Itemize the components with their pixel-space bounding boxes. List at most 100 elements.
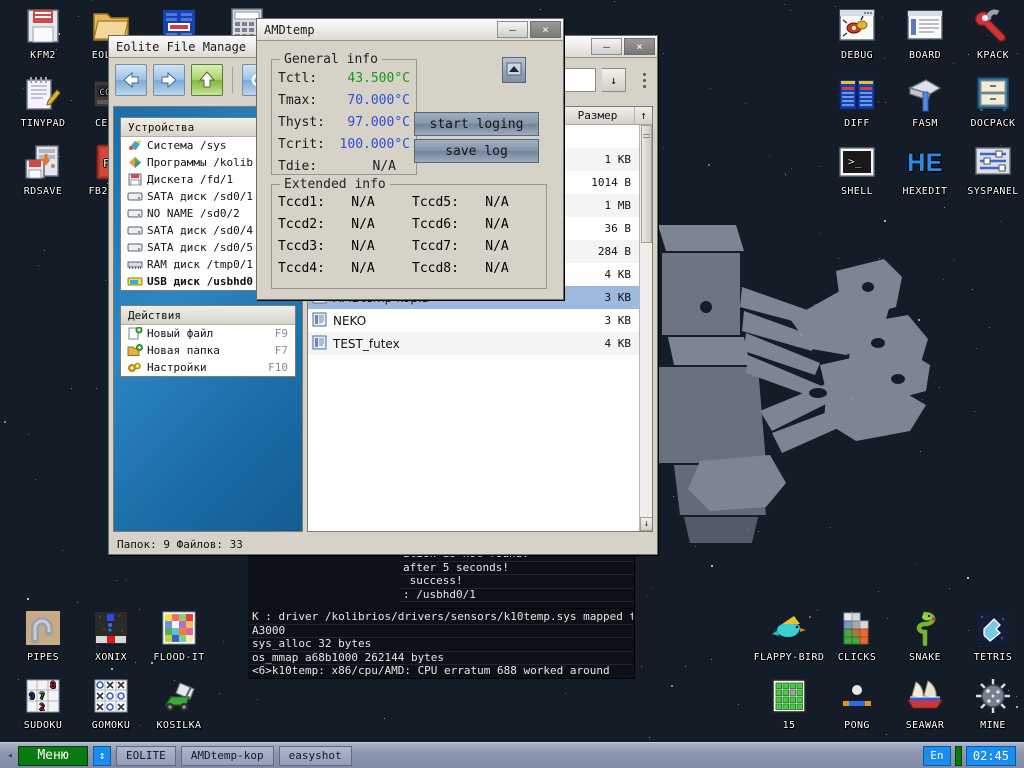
desktop-icon-rdsave[interactable]: RDSAVE bbox=[6, 142, 80, 197]
amdtemp-window[interactable]: AMDtemp – × General info Tctl: 43.500°C bbox=[256, 18, 564, 300]
usb-icon bbox=[127, 275, 143, 288]
scrollbar-grip bbox=[643, 134, 650, 138]
mine-icon bbox=[973, 676, 1013, 716]
desktop-icon-sudoku[interactable]: 8 9 7 2 SUDOKU bbox=[6, 676, 80, 731]
bug-window-icon bbox=[837, 6, 877, 46]
desktop-icon-snake[interactable]: SNAKE bbox=[888, 608, 962, 663]
save-log-button[interactable]: save log bbox=[414, 139, 539, 163]
file-name: NEKO bbox=[333, 313, 367, 328]
desktop-icon-syspanel[interactable]: SYSPANEL bbox=[956, 142, 1024, 197]
ship-icon bbox=[905, 676, 945, 716]
desktop-icon-pong[interactable]: PONG bbox=[820, 676, 894, 731]
desktop-icon-flood-it[interactable]: FLOOD-IT bbox=[142, 608, 216, 663]
desktop-icon-xonix[interactable]: XONIX bbox=[74, 608, 148, 663]
column-sort-indicator[interactable]: ↑ bbox=[635, 107, 652, 124]
desktop-icon-tinypad[interactable]: TINYPAD bbox=[6, 74, 80, 129]
action-label: Новая папка bbox=[147, 344, 220, 357]
notepad-icon bbox=[23, 74, 63, 114]
column-header-size[interactable]: Размер bbox=[561, 107, 635, 124]
desktop-icon-fasm[interactable]: FASM bbox=[888, 74, 962, 129]
temp-row-thyst: Thyst: 97.000°C bbox=[278, 111, 410, 133]
up-directory-button[interactable] bbox=[191, 64, 223, 96]
arrow-right-icon bbox=[159, 71, 179, 89]
extended-right-column: Tccd5: N/A Tccd6: N/A Tccd7: N/A Tccd8: … bbox=[412, 191, 532, 279]
floppy-icon bbox=[127, 173, 143, 186]
start-menu-button[interactable]: Меню bbox=[18, 745, 88, 766]
desktop-icon-clicks[interactable]: CLICKS bbox=[820, 608, 894, 663]
scroll-down-button[interactable]: ↓ bbox=[640, 517, 652, 531]
desktop-icon-hexedit[interactable]: HE HEXEDIT bbox=[888, 142, 962, 197]
temp-value: 70.000°C bbox=[347, 92, 410, 108]
gomoku-icon bbox=[91, 676, 131, 716]
desktop-icon-kfm2[interactable]: KFM2 bbox=[6, 6, 80, 61]
scrollbar-thumb[interactable] bbox=[641, 125, 652, 243]
desktop-icon-label: FLAPPY-BIRD bbox=[753, 652, 825, 663]
device-label: SATA диск /sd0/5 bbox=[147, 241, 253, 254]
start-logging-button[interactable]: start loging bbox=[414, 112, 539, 136]
minimize-all-button[interactable]: ↕ bbox=[93, 745, 111, 766]
forward-button[interactable] bbox=[153, 64, 185, 96]
toolbar-separator bbox=[232, 67, 233, 93]
actions-group: Действия Новый файл F9 Новая папка F7 На… bbox=[120, 305, 296, 377]
taskbar-task-eolite[interactable]: EOLITE bbox=[116, 745, 176, 766]
taskbar-collapse-arrow[interactable]: ◂ bbox=[4, 747, 16, 765]
kebab-menu-icon[interactable] bbox=[637, 72, 651, 88]
up-triangle-icon bbox=[506, 61, 522, 80]
desktop-icon-mine[interactable]: MINE bbox=[956, 676, 1024, 731]
clock[interactable]: 02:45 bbox=[965, 745, 1016, 766]
eolite-close-button[interactable]: × bbox=[624, 38, 655, 55]
desktop-icon-shell[interactable]: >_ SHELL bbox=[820, 142, 894, 197]
action-new-file[interactable]: Новый файл F9 bbox=[121, 325, 295, 342]
console-upper-line: : /usbhd0/1 bbox=[400, 588, 634, 602]
xonix-icon bbox=[91, 608, 131, 648]
ext-row-tccd2: Tccd2: N/A bbox=[278, 213, 398, 235]
console-window-upper[interactable]: ition is not found! after 5 seconds! suc… bbox=[400, 548, 634, 608]
action-shortcut: F9 bbox=[274, 327, 288, 340]
actions-group-header: Действия bbox=[121, 306, 295, 325]
amdtemp-minimize-button[interactable]: – bbox=[497, 21, 528, 38]
ext-row-tccd6: Tccd6: N/A bbox=[412, 213, 532, 235]
table-row[interactable]: TEST_futex 4 KB bbox=[308, 332, 639, 355]
amdtemp-titlebar[interactable]: AMDtemp – × bbox=[257, 19, 563, 41]
desktop-icon-diff[interactable]: DIFF bbox=[820, 74, 894, 129]
taskbar-tray: En 02:45 bbox=[922, 745, 1020, 766]
action-settings[interactable]: Настройки F10 bbox=[121, 359, 295, 376]
file-list-scrollbar[interactable]: ↓ bbox=[639, 125, 652, 531]
ext-label: Tccd3: bbox=[278, 238, 325, 254]
desktop-icon-pipes[interactable]: PIPES bbox=[6, 608, 80, 663]
extended-info-fieldset: Extended info Tccd1: N/A Tccd2: N/A Tccd… bbox=[271, 177, 547, 289]
eolite-minimize-button[interactable]: – bbox=[591, 38, 622, 55]
language-indicator[interactable]: En bbox=[922, 745, 951, 766]
file-size: 284 B bbox=[597, 245, 631, 258]
file-name: TEST_futex bbox=[333, 336, 400, 351]
temp-label: Tdie: bbox=[278, 158, 318, 174]
action-new-folder[interactable]: Новая папка F7 bbox=[121, 342, 295, 359]
hdd-icon bbox=[127, 207, 143, 220]
table-row[interactable]: NEKO 3 KB bbox=[308, 309, 639, 332]
amdtemp-close-button[interactable]: × bbox=[530, 21, 561, 38]
rollup-button[interactable] bbox=[502, 57, 526, 83]
programs-icon bbox=[127, 156, 143, 169]
taskbar-task-easyshot[interactable]: easyshot bbox=[278, 745, 352, 766]
iss-artwork bbox=[650, 225, 930, 543]
taskbar-task-amdtemp[interactable]: AMDtemp-kop bbox=[180, 745, 274, 766]
desktop-icon-debug[interactable]: DEBUG bbox=[820, 6, 894, 61]
desktop-icon-kosilka[interactable]: KOSILKA bbox=[142, 676, 216, 731]
desktop-icon-seawar[interactable]: SEAWAR bbox=[888, 676, 962, 731]
desktop-icon-tetris[interactable]: TETRIS bbox=[956, 608, 1024, 663]
desktop-icon-board[interactable]: BOARD bbox=[888, 6, 962, 61]
desktop-icon-15[interactable]: 15 bbox=[752, 676, 826, 731]
path-dropdown-button[interactable]: ↓ bbox=[602, 68, 626, 92]
desktop-icon-gomoku[interactable]: GOMOKU bbox=[74, 676, 148, 731]
taskbar[interactable]: ◂ Меню ↕ EOLITE AMDtemp-kop easyshot En … bbox=[0, 742, 1024, 768]
desktop-icon-docpack[interactable]: DOCPACK bbox=[956, 74, 1024, 129]
desktop-icon-kpack[interactable]: KPACK bbox=[956, 6, 1024, 61]
ext-value: N/A bbox=[485, 216, 509, 232]
temp-label: Tmax: bbox=[278, 92, 318, 108]
hdd-icon bbox=[127, 241, 143, 254]
desktop-icon-flappy-bird[interactable]: FLAPPY-BIRD bbox=[752, 608, 826, 663]
temp-row-tctl: Tctl: 43.500°C bbox=[278, 67, 410, 89]
console-upper-line: after 5 seconds! bbox=[400, 561, 634, 575]
eolite-status-bar: Папок: 9 Файлов: 33 bbox=[117, 537, 243, 551]
back-button[interactable] bbox=[115, 64, 147, 96]
